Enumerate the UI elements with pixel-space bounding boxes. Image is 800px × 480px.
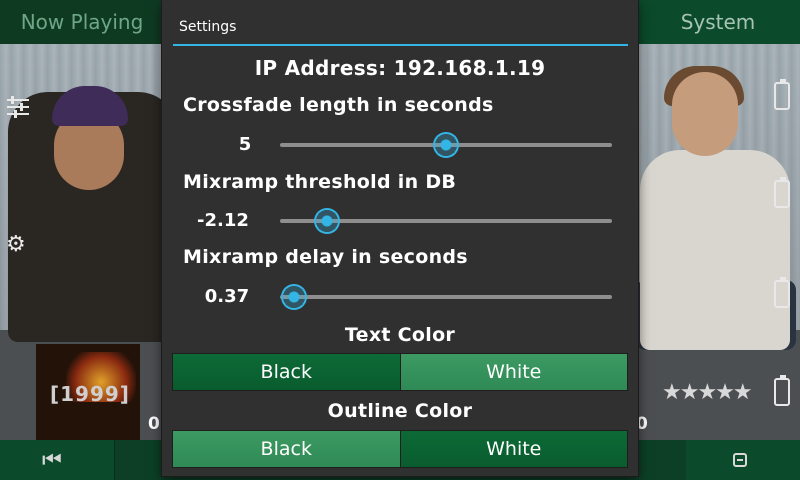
crossfade-slider-thumb[interactable] xyxy=(433,132,459,158)
crossfade-label: Crossfade length in seconds xyxy=(183,94,494,116)
battery-icon xyxy=(774,79,790,110)
dialog-title: Settings xyxy=(179,19,237,35)
outline-color-toggle: Black White xyxy=(172,430,628,468)
equalizer-icon[interactable] xyxy=(6,96,30,124)
album-art[interactable]: [1999] xyxy=(36,344,140,440)
text-color-heading: Text Color xyxy=(344,324,456,346)
mixramp-delay-label: Mixramp delay in seconds xyxy=(183,246,468,268)
outline-color-black-button[interactable]: Black xyxy=(173,431,400,467)
text-color-toggle: Black White xyxy=(172,353,628,391)
text-color-black-button[interactable]: Black xyxy=(173,354,400,390)
settings-dialog: Settings IP Address: 192.168.1.19 Crossf… xyxy=(162,0,638,476)
tab-now-playing[interactable]: Now Playing xyxy=(0,0,164,44)
album-art-text: [1999] xyxy=(50,382,130,406)
gear-icon[interactable]: ⚙ xyxy=(6,232,26,257)
crossfade-slider[interactable] xyxy=(280,132,612,158)
ip-address-label: IP Address: 192.168.1.19 xyxy=(254,56,546,80)
previous-track-icon: ⏮ xyxy=(42,448,62,473)
mixramp-delay-slider[interactable] xyxy=(280,284,612,310)
battery-icon xyxy=(774,277,790,308)
title-divider xyxy=(173,44,628,46)
crossfade-value: 5 xyxy=(238,134,252,155)
battery-icon xyxy=(774,177,790,208)
mixramp-threshold-label: Mixramp threshold in DB xyxy=(183,171,457,193)
outline-color-white-button[interactable]: White xyxy=(399,431,627,467)
mixramp-delay-value: 0.37 xyxy=(204,286,250,307)
mixramp-threshold-slider-thumb[interactable] xyxy=(314,208,341,234)
mixramp-threshold-value: -2.12 xyxy=(197,210,249,231)
rating-stars[interactable]: ★★★★★ xyxy=(662,380,753,405)
elapsed-time: 0 xyxy=(148,414,160,434)
tab-system[interactable]: System xyxy=(636,0,800,44)
text-color-white-button[interactable]: White xyxy=(399,354,627,390)
battery-icon xyxy=(774,375,790,406)
outline-color-heading: Outline Color xyxy=(327,400,473,422)
mixramp-delay-slider-thumb[interactable] xyxy=(280,284,307,310)
artist-figure-right xyxy=(640,150,790,350)
minus-icon xyxy=(733,453,747,467)
mixramp-threshold-slider[interactable] xyxy=(280,208,612,234)
